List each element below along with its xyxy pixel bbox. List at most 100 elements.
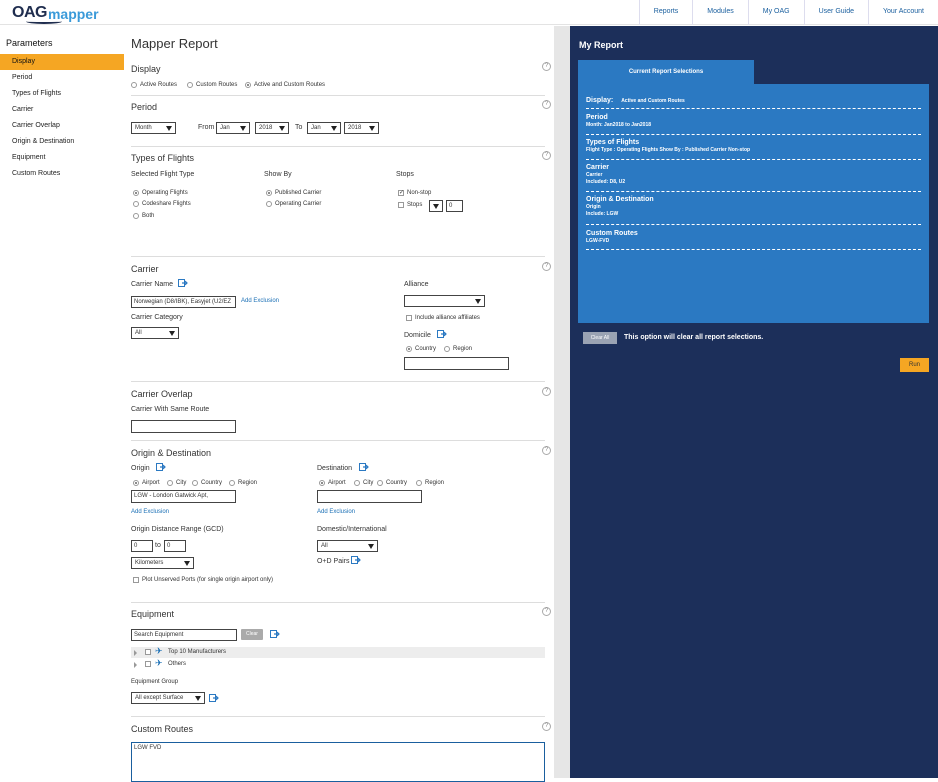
destination-city-radio[interactable]: City xyxy=(354,480,373,486)
oag-mapper-logo[interactable]: OAG mapper xyxy=(12,4,99,24)
export-icon[interactable] xyxy=(270,630,280,638)
top-nav: Reports Modules My OAG User Guide Your A… xyxy=(638,0,938,25)
run-button[interactable]: Run xyxy=(900,358,929,372)
od-help-icon[interactable]: ? xyxy=(542,446,551,455)
period-to-month-select[interactable]: Jan xyxy=(307,122,341,134)
display-active-routes-radio[interactable]: Active Routes xyxy=(131,82,177,88)
plot-unserved-ports-checkbox[interactable]: Plot Unserved Ports (for single origin a… xyxy=(133,577,273,583)
equipment-search-input[interactable]: Search Equipment xyxy=(131,629,237,641)
stops-operator-select[interactable] xyxy=(429,200,443,212)
nav-modules[interactable]: Modules xyxy=(692,0,747,25)
sidebar-item-carrier[interactable]: Carrier xyxy=(0,102,124,118)
chevron-down-icon xyxy=(195,696,201,701)
export-icon[interactable] xyxy=(351,556,361,564)
sidebar-item-types-of-flights[interactable]: Types of Flights xyxy=(0,86,124,102)
types-title: Types of Flights xyxy=(131,153,195,163)
types-help-icon[interactable]: ? xyxy=(542,151,551,160)
equipment-group-select[interactable]: All except Surface xyxy=(131,692,205,704)
nav-your-account[interactable]: Your Account xyxy=(868,0,938,25)
export-icon[interactable] xyxy=(437,330,447,338)
domestic-international-select[interactable]: All xyxy=(317,540,378,552)
page-title: Mapper Report xyxy=(131,36,218,51)
domicile-country-radio[interactable]: Country xyxy=(406,346,436,352)
expand-arrow-icon[interactable] xyxy=(134,650,137,656)
period-to-year-select[interactable]: 2018 xyxy=(344,122,379,134)
distance-unit-select[interactable]: Kilometers xyxy=(131,557,194,569)
origin-input[interactable]: LGW - London Gatwick Apt, xyxy=(131,490,236,503)
carrier-overlap-help-icon[interactable]: ? xyxy=(542,387,551,396)
carrier-name-input[interactable]: Norwegian (D8/IBK), Easyjet (U2/EZ xyxy=(131,296,236,308)
include-alliance-affiliates-checkbox[interactable]: Include alliance affiliates xyxy=(406,315,480,321)
equipment-clear-button[interactable]: Clear xyxy=(241,629,263,640)
nav-reports[interactable]: Reports xyxy=(638,0,693,25)
display-custom-routes-radio[interactable]: Custom Routes xyxy=(187,82,237,88)
equipment-section: Equipment ? Search Equipment Clear ✈ Top… xyxy=(131,602,551,716)
equipment-top10-label: Top 10 Manufacturers xyxy=(168,649,227,655)
period-from-year-select[interactable]: 2018 xyxy=(255,122,289,134)
display-help-icon[interactable]: ? xyxy=(542,62,551,71)
custom-routes-help-icon[interactable]: ? xyxy=(542,722,551,731)
export-icon[interactable] xyxy=(209,694,219,702)
carrier-title: Carrier xyxy=(131,264,159,274)
period-granularity-select[interactable]: Month xyxy=(131,122,176,134)
origin-destination-section: Origin & Destination ? Origin Airport Ci… xyxy=(131,440,551,602)
both-flights-radio[interactable]: Both xyxy=(133,213,154,219)
codeshare-flights-radio[interactable]: Codeshare Flights xyxy=(133,201,191,207)
export-icon[interactable] xyxy=(156,463,166,471)
distance-from-input[interactable]: 0 xyxy=(131,540,153,552)
sidebar-title: Parameters xyxy=(6,38,53,48)
scrollbar[interactable] xyxy=(554,26,570,778)
nonstop-checkbox[interactable]: Non-stop xyxy=(398,189,431,196)
carrier-category-label: Carrier Category xyxy=(131,314,183,321)
published-carrier-radio[interactable]: Published Carrier xyxy=(266,190,321,196)
equipment-help-icon[interactable]: ? xyxy=(542,607,551,616)
sidebar-item-custom-routes[interactable]: Custom Routes xyxy=(0,166,124,182)
tab-current-report-selections[interactable]: Current Report Selections xyxy=(578,60,754,84)
destination-region-radio[interactable]: Region xyxy=(416,480,444,486)
origin-region-radio[interactable]: Region xyxy=(229,480,257,486)
origin-add-exclusion-link[interactable]: Add Exclusion xyxy=(131,509,169,515)
origin-country-radio[interactable]: Country xyxy=(192,480,222,486)
sidebar-item-equipment[interactable]: Equipment xyxy=(0,150,124,166)
period-from-month-select[interactable]: Jan xyxy=(216,122,250,134)
report-carrier-item: Carrier Carrier Included: D8, U2 xyxy=(586,164,626,185)
domicile-region-radio[interactable]: Region xyxy=(444,346,472,352)
carrier-category-select[interactable]: All xyxy=(131,327,179,339)
carrier-same-route-input[interactable] xyxy=(131,420,236,433)
sidebar-item-carrier-overlap[interactable]: Carrier Overlap xyxy=(0,118,124,134)
carrier-help-icon[interactable]: ? xyxy=(542,262,551,271)
top10-checkbox[interactable] xyxy=(145,649,151,655)
display-active-custom-radio[interactable]: Active and Custom Routes xyxy=(245,82,325,88)
airplane-icon: ✈ xyxy=(155,646,163,656)
nav-user-guide[interactable]: User Guide xyxy=(803,0,868,25)
destination-input[interactable] xyxy=(317,490,422,503)
expand-arrow-icon[interactable] xyxy=(134,662,137,668)
clear-all-button[interactable]: Clear All xyxy=(583,332,617,344)
operating-carrier-radio[interactable]: Operating Carrier xyxy=(266,201,321,207)
origin-city-radio[interactable]: City xyxy=(167,480,186,486)
destination-airport-radio[interactable]: Airport xyxy=(319,480,346,486)
origin-airport-radio[interactable]: Airport xyxy=(133,480,160,486)
alliance-select[interactable] xyxy=(404,295,485,307)
period-help-icon[interactable]: ? xyxy=(542,100,551,109)
sidebar-item-period[interactable]: Period xyxy=(0,70,124,86)
destination-add-exclusion-link[interactable]: Add Exclusion xyxy=(317,509,355,515)
equipment-row-top10[interactable]: ✈ Top 10 Manufacturers xyxy=(131,647,545,658)
stops-checkbox[interactable]: Stops xyxy=(398,202,422,208)
carrier-add-exclusion-link[interactable]: Add Exclusion xyxy=(241,298,279,304)
stops-count-input[interactable]: 0 xyxy=(446,200,463,212)
sidebar-item-origin-destination[interactable]: Origin & Destination xyxy=(0,134,124,150)
sidebar-item-display[interactable]: Display xyxy=(0,54,124,70)
export-icon[interactable] xyxy=(359,463,369,471)
custom-routes-textarea[interactable]: LGW FVD xyxy=(131,742,545,782)
destination-country-radio[interactable]: Country xyxy=(377,480,407,486)
equipment-row-others[interactable]: ✈ Others xyxy=(131,659,545,670)
others-checkbox[interactable] xyxy=(145,661,151,667)
operating-flights-radio[interactable]: Operating Flights xyxy=(133,190,188,196)
top-bar: OAG mapper Reports Modules My OAG User G… xyxy=(0,0,938,25)
nav-my-oag[interactable]: My OAG xyxy=(747,0,804,25)
clear-all-description: This option will clear all report select… xyxy=(624,334,764,341)
distance-to-input[interactable]: 0 xyxy=(164,540,186,552)
domicile-input[interactable] xyxy=(404,357,509,370)
export-icon[interactable] xyxy=(178,279,188,287)
